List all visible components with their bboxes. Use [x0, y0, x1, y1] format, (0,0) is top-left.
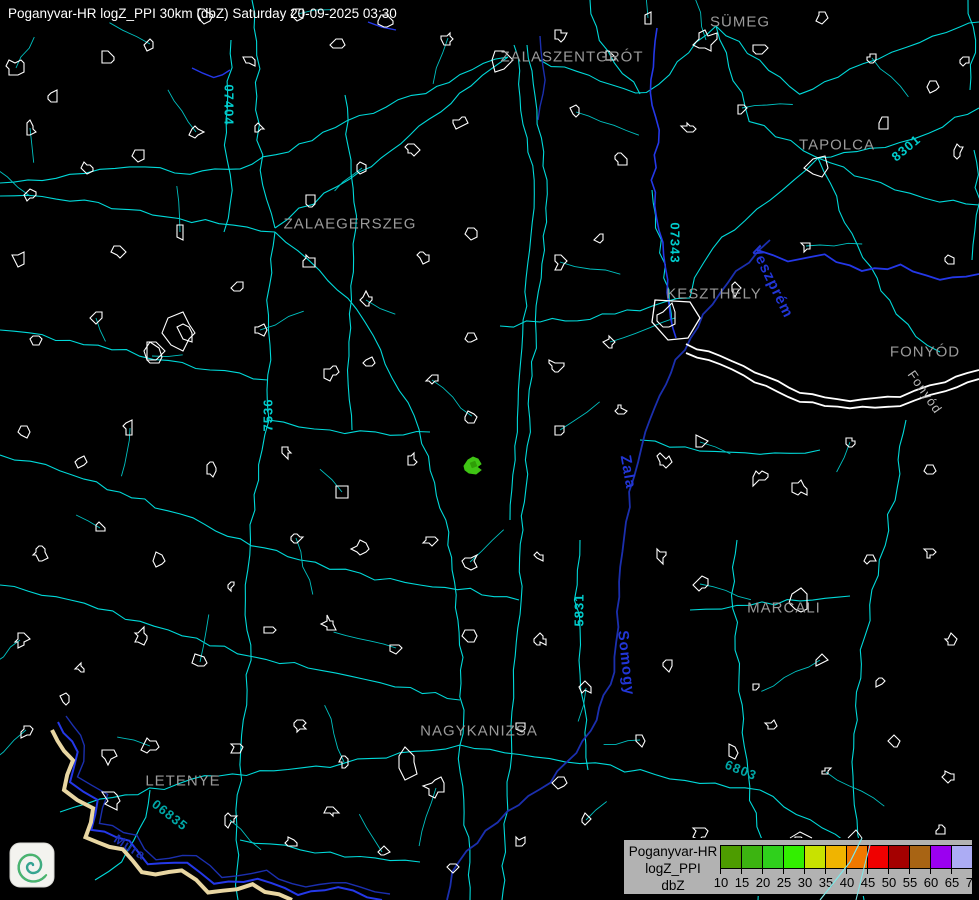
legend-color-bar: 10152025303540455055606570	[720, 845, 974, 893]
legend-tick-label: 70	[966, 875, 979, 890]
radar-map-stage: Poganyvar-HR logZ_PPI 30km (dbZ) Saturda…	[0, 0, 979, 900]
city-label-sumeg: SÜMEG	[710, 14, 770, 31]
city-label-zalaszentgrot: ZALASZENTGRÓT	[500, 49, 643, 66]
legend-tick-mark	[909, 869, 910, 874]
city-label-nagykanizsa: NAGYKANIZSA	[420, 723, 538, 740]
city-label-tapolca: TAPOLCA	[799, 137, 875, 154]
road-label-7536: 7536	[261, 399, 276, 432]
city-label-letenye: LETENYE	[145, 773, 220, 790]
legend-tick-mark	[888, 869, 889, 874]
legend-tick-label: 50	[882, 875, 896, 890]
radar-echo	[464, 457, 481, 474]
legend-tick-mark	[783, 869, 784, 874]
legend-tick-label: 25	[777, 875, 791, 890]
legend-tick-mark	[825, 869, 826, 874]
legend-tick-mark	[972, 869, 973, 874]
legend-swatch	[805, 845, 826, 869]
road-network	[0, 0, 979, 900]
legend-tick-mark	[762, 869, 763, 874]
legend-swatch	[826, 845, 847, 869]
legend-tick-mark	[741, 869, 742, 874]
legend-swatch	[910, 845, 931, 869]
legend-swatch	[847, 845, 868, 869]
legend-tick-label: 30	[798, 875, 812, 890]
legend-tick-label: 40	[840, 875, 854, 890]
legend-tick-label: 10	[714, 875, 728, 890]
legend-tick-mark	[846, 869, 847, 874]
legend-tick-label: 15	[735, 875, 749, 890]
legend-line-unit: dbZ	[626, 877, 720, 894]
legend-tick-label: 20	[756, 875, 770, 890]
city-label-keszthely: KESZTHELY	[666, 286, 761, 303]
legend-swatch	[784, 845, 805, 869]
legend-line-radar: Poganyvar-HR	[626, 843, 720, 860]
legend-tick-label: 65	[945, 875, 959, 890]
legend-tick-label: 45	[861, 875, 875, 890]
legend-tick-mark	[804, 869, 805, 874]
city-label-zalaegerszeg: ZALAEGERSZEG	[284, 216, 417, 233]
road-label-07404: 07404	[222, 84, 237, 125]
legend-swatch	[952, 845, 973, 869]
legend-product-text: Poganyvar-HR logZ_PPI dbZ	[626, 843, 720, 894]
road-label-5831: 5831	[572, 594, 587, 627]
met-spiral-logo	[9, 842, 55, 888]
legend-tick-mark	[867, 869, 868, 874]
road-label-07343: 07343	[668, 222, 683, 263]
color-scale-legend: Poganyvar-HR logZ_PPI dbZ 10 15 20 25 30 35 40…	[622, 838, 974, 896]
legend-tick-mark	[951, 869, 952, 874]
legend-tick-label: 55	[903, 875, 917, 890]
legend-tick-label: 35	[819, 875, 833, 890]
map-svg	[0, 0, 979, 900]
legend-tick-mark	[930, 869, 931, 874]
radar-product-title: Poganyvar-HR logZ_PPI 30km (dbZ) Saturda…	[8, 6, 397, 21]
legend-swatch	[720, 845, 742, 869]
legend-swatch	[742, 845, 763, 869]
city-label-fonyod: FONYÓD	[890, 344, 960, 361]
legend-swatch	[931, 845, 952, 869]
legend-swatches	[720, 845, 974, 869]
legend-tick-mark	[720, 869, 721, 874]
city-label-marcali: MARCALI	[747, 600, 821, 617]
legend-swatch	[868, 845, 889, 869]
legend-line-product: logZ_PPI	[626, 860, 720, 877]
legend-tick-label: 60	[924, 875, 938, 890]
legend-swatch	[889, 845, 910, 869]
legend-swatch	[763, 845, 784, 869]
